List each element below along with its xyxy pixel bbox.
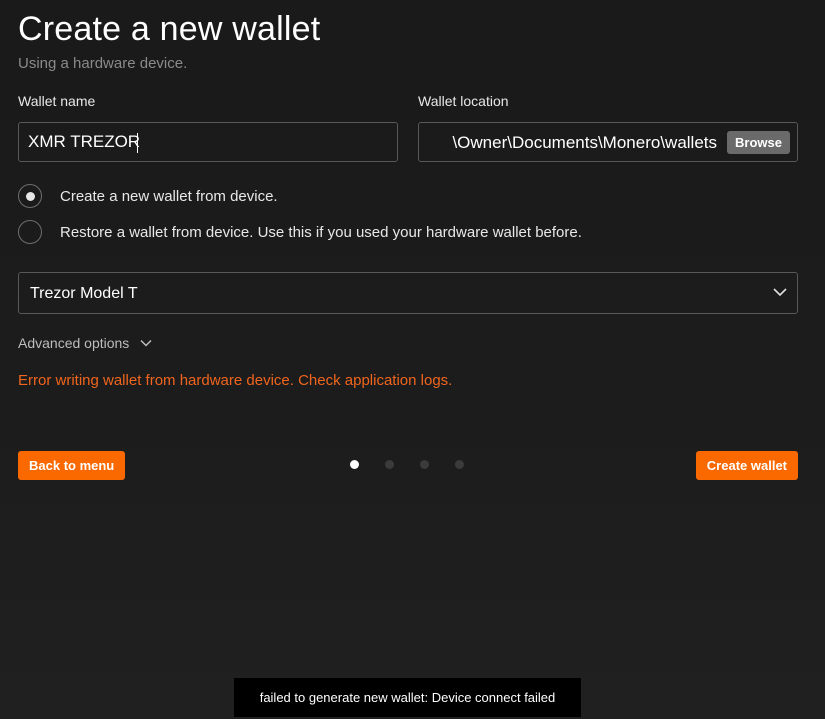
step-dot-2 <box>385 460 394 469</box>
radio-restore-from-device[interactable]: Restore a wallet from device. Use this i… <box>18 220 798 246</box>
page-title: Create a new wallet <box>18 10 321 48</box>
browse-button[interactable]: Browse <box>727 131 790 154</box>
advanced-options-toggle[interactable]: Advanced options <box>18 334 152 352</box>
page-subtitle: Using a hardware device. <box>18 55 188 72</box>
device-model-select[interactable]: Trezor Model T <box>18 272 798 314</box>
radio-button-checked[interactable] <box>18 184 42 208</box>
device-model-value: Trezor Model T <box>30 285 138 302</box>
radio-selected-dot <box>26 192 35 201</box>
create-wallet-page: Create a new wallet Using a hardware dev… <box>18 0 798 719</box>
error-toast: failed to generate new wallet: Device co… <box>234 678 581 717</box>
radio-create-from-device[interactable]: Create a new wallet from device. <box>18 184 798 210</box>
chevron-down-icon <box>140 339 152 347</box>
step-indicator <box>350 460 470 470</box>
wallet-location-field[interactable]: \Owner\Documents\Monero\wallets Browse <box>418 122 798 162</box>
wallet-location-input[interactable]: \Owner\Documents\Monero\wallets <box>452 133 717 153</box>
radio-button-unchecked[interactable] <box>18 220 42 244</box>
wallet-name-field[interactable] <box>18 122 398 162</box>
chevron-down-icon <box>773 288 787 297</box>
advanced-options-label: Advanced options <box>18 334 130 351</box>
error-message: Error writing wallet from hardware devic… <box>18 372 453 389</box>
radio-restore-label: Restore a wallet from device. Use this i… <box>60 224 582 241</box>
wallet-name-input[interactable] <box>28 123 388 161</box>
step-dot-4 <box>455 460 464 469</box>
step-dot-1 <box>350 460 359 469</box>
step-dot-3 <box>420 460 429 469</box>
radio-create-label: Create a new wallet from device. <box>60 188 278 205</box>
text-cursor <box>137 133 138 153</box>
wallet-location-label: Wallet location <box>418 93 509 109</box>
wallet-name-label: Wallet name <box>18 93 96 109</box>
create-wallet-button[interactable]: Create wallet <box>695 451 798 480</box>
back-to-menu-button[interactable]: Back to menu <box>18 451 126 480</box>
